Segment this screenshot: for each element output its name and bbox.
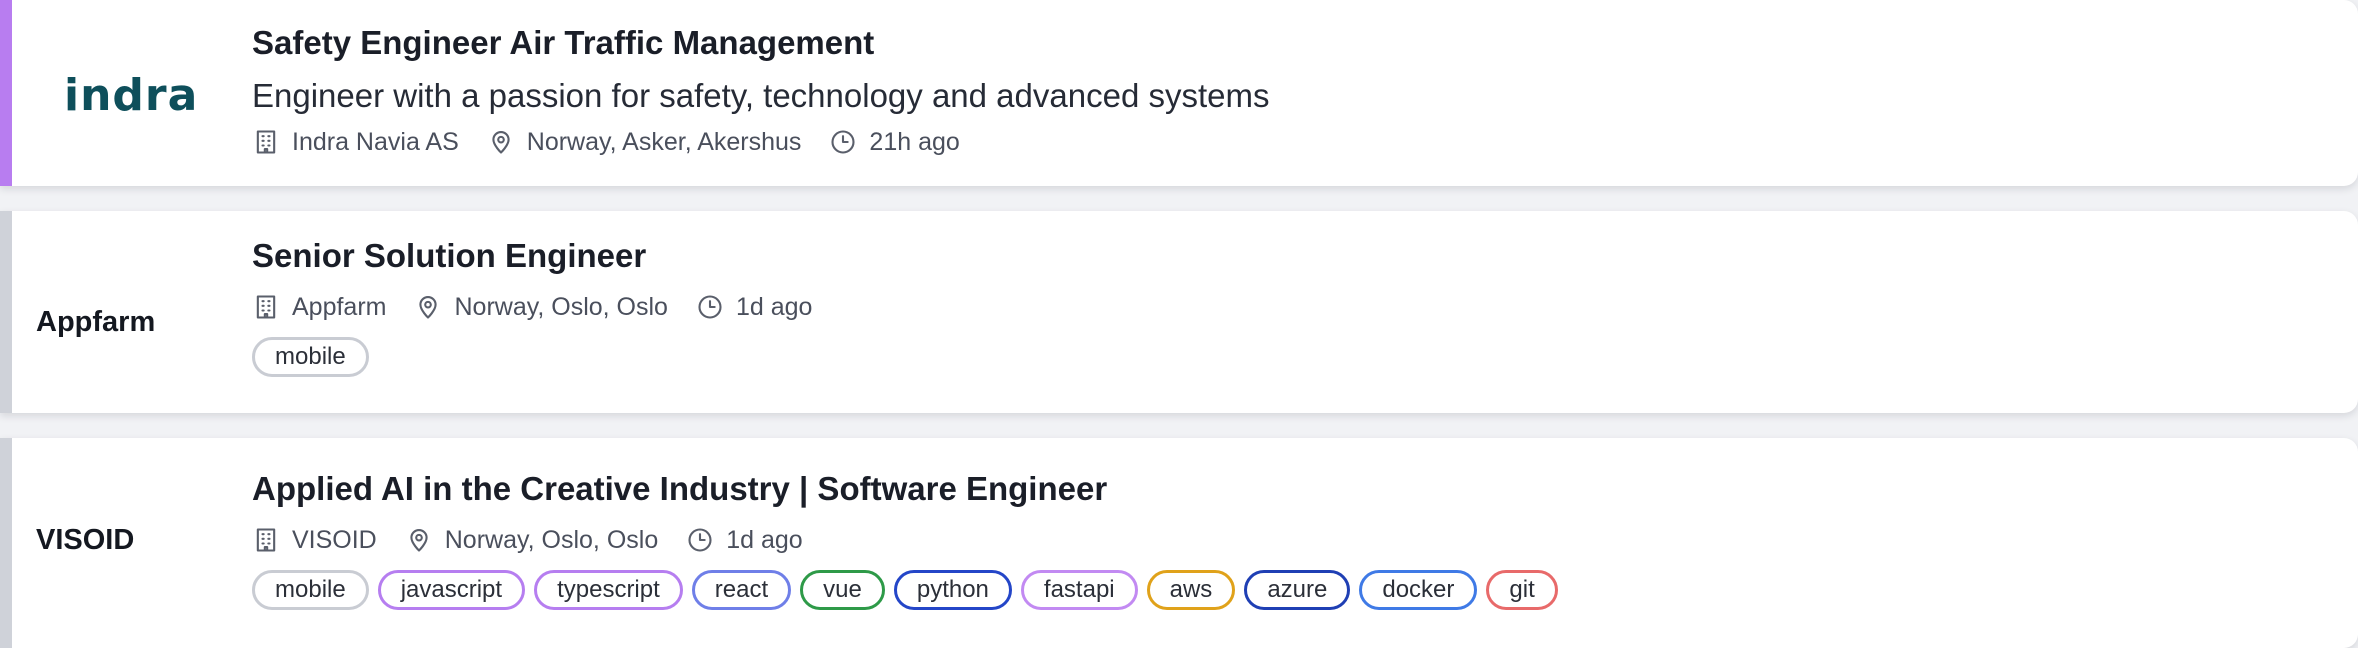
company-logo: Appfarm: [36, 306, 156, 338]
card-accent-bar: [0, 0, 12, 186]
tag-list: mobile javascript typescript react vue p…: [252, 570, 2318, 610]
tag-react[interactable]: react: [691, 570, 792, 610]
company-logo: indra: [64, 70, 199, 121]
tag-azure[interactable]: azure: [1244, 570, 1351, 610]
posted-time: 1d ago: [726, 525, 803, 554]
posted-meta: 1d ago: [696, 293, 812, 322]
posted-meta: 1d ago: [686, 525, 803, 555]
location-meta: Norway, Oslo, Oslo: [405, 526, 658, 555]
tag-python[interactable]: python: [893, 570, 1012, 610]
company-name: VISOID: [292, 525, 377, 554]
card-accent-bar: [0, 211, 12, 413]
job-location: Norway, Asker, Akershus: [526, 127, 802, 156]
clock-icon: [831, 130, 855, 154]
tag-list: mobile: [252, 337, 2318, 377]
tag-git[interactable]: git: [1486, 570, 1558, 610]
company-name: Indra Navia AS: [292, 127, 459, 156]
company-meta: Indra Navia AS: [252, 128, 459, 157]
tag-mobile[interactable]: mobile: [252, 570, 369, 610]
job-list: indra Safety Engineer Air Traffic Manage…: [0, 0, 2358, 648]
tag-typescript[interactable]: typescript: [534, 570, 683, 610]
job-meta: VISOID Norway, Oslo, Oslo 1d ago: [252, 520, 2318, 560]
clock-icon: [698, 295, 722, 319]
company-name: Appfarm: [292, 292, 387, 321]
tag-javascript[interactable]: javascript: [377, 570, 526, 610]
tag-mobile[interactable]: mobile: [252, 337, 369, 377]
company-meta: VISOID: [252, 526, 377, 555]
job-location: Norway, Oslo, Oslo: [454, 292, 668, 321]
posted-meta: 21h ago: [829, 127, 960, 157]
job-meta: Appfarm Norway, Oslo, Oslo 1d ago: [252, 287, 2318, 327]
posted-time: 1d ago: [735, 292, 813, 321]
tag-aws[interactable]: aws: [1146, 570, 1236, 610]
job-card[interactable]: Appfarm Senior Solution Engineer Appfarm: [0, 211, 2358, 413]
card-accent-bar: [0, 438, 12, 648]
company-meta: Appfarm: [252, 293, 386, 322]
job-card[interactable]: indra Safety Engineer Air Traffic Manage…: [0, 0, 2358, 186]
tag-vue[interactable]: vue: [800, 570, 885, 610]
building-icon: [256, 130, 276, 154]
job-card[interactable]: VISOID Applied AI in the Creative Indust…: [0, 438, 2358, 648]
location-meta: Norway, Oslo, Oslo: [414, 292, 668, 322]
clock-icon: [688, 528, 712, 552]
job-title[interactable]: Senior Solution Engineer: [252, 233, 2318, 279]
tag-fastapi[interactable]: fastapi: [1020, 570, 1138, 610]
job-location: Norway, Oslo, Oslo: [444, 525, 659, 554]
location-meta: Norway, Asker, Akershus: [487, 127, 802, 157]
job-subtitle: Engineer with a passion for safety, tech…: [252, 77, 1270, 114]
map-pin-icon: [410, 529, 428, 552]
job-title[interactable]: Safety Engineer Air Traffic Management: [252, 20, 2318, 66]
job-meta: Indra Navia AS Norway, Asker, Akershus 2…: [252, 122, 2318, 162]
building-icon: [256, 295, 276, 319]
building-icon: [256, 528, 276, 552]
map-pin-icon: [419, 296, 438, 319]
job-title[interactable]: Applied AI in the Creative Industry | So…: [252, 466, 2318, 512]
map-pin-icon: [492, 131, 510, 154]
tag-docker[interactable]: docker: [1359, 570, 1478, 610]
company-logo: VISOID: [36, 524, 135, 556]
posted-time: 21h ago: [869, 127, 960, 156]
